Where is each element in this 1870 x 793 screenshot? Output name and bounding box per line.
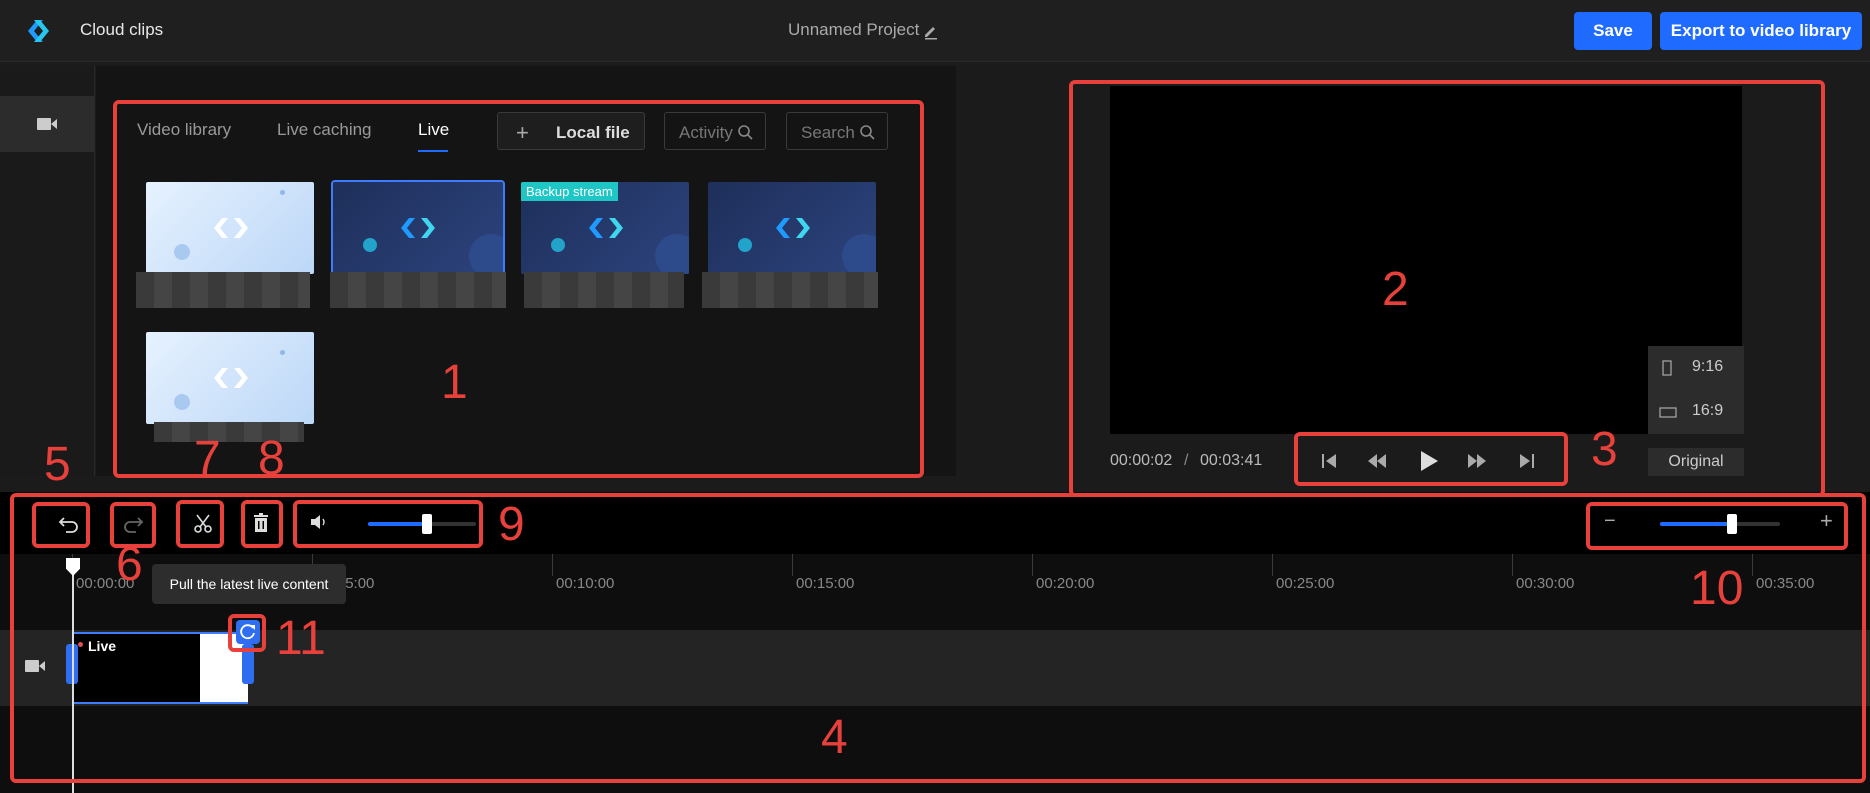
media-panel: Video library Live caching Live + Local … <box>96 66 956 476</box>
save-button[interactable]: Save <box>1574 12 1652 50</box>
ruler-tick-label: 00:25:00 <box>1276 575 1335 592</box>
thumbnail-caption <box>702 272 878 308</box>
live-thumbnail[interactable] <box>708 182 876 274</box>
ruler-tick-label: 00:30:00 <box>1516 575 1575 592</box>
redo-icon[interactable] <box>122 512 144 534</box>
clip-right-handle[interactable] <box>242 644 254 684</box>
local-file-label: Local file <box>556 123 630 142</box>
live-thumbnail[interactable] <box>146 332 314 424</box>
thumbnail-caption <box>330 272 506 308</box>
aspect-ratio-panel: 9:16 16:9 <box>1648 346 1744 434</box>
zoom-slider-knob[interactable] <box>1727 514 1737 534</box>
refresh-live-icon[interactable] <box>236 620 260 644</box>
time-separator: / <box>1184 452 1189 469</box>
ruler-tick <box>1272 554 1273 576</box>
live-thumbnail[interactable] <box>146 182 314 274</box>
zoom-out-icon[interactable]: − <box>1604 510 1616 533</box>
portrait-ratio-icon <box>1662 360 1672 376</box>
ruler-tick-label: 00:20:00 <box>1036 575 1095 592</box>
app-title: Cloud clips <box>80 20 164 39</box>
ruler-tick <box>1512 554 1513 576</box>
ruler-tick-label: 00:10:00 <box>556 575 615 592</box>
live-clip[interactable]: Live <box>72 632 248 704</box>
volume-slider[interactable] <box>368 514 476 534</box>
brand-mark-icon <box>776 218 810 238</box>
skip-to-start-icon[interactable] <box>1318 450 1340 472</box>
tab-video-library[interactable]: Video library <box>137 120 231 140</box>
search-icon <box>738 125 753 140</box>
plus-icon: + <box>516 120 529 145</box>
thumbnail-caption <box>154 422 304 442</box>
clip-frame <box>200 634 248 702</box>
clip-label: Live <box>88 638 117 654</box>
refresh-tooltip: Pull the latest live content <box>152 564 346 604</box>
timeline-panel: − + 00:00:0000:05:0000:10:0000:15:0000:2… <box>0 492 1870 793</box>
ruler-tick-label: 00:15:00 <box>796 575 855 592</box>
video-camera-icon <box>25 660 45 672</box>
project-name[interactable]: Unnamed Project <box>788 20 919 40</box>
video-track: Live <box>0 630 1870 706</box>
active-tab-indicator <box>418 150 448 152</box>
brand-mark-icon <box>214 368 248 388</box>
delete-icon[interactable] <box>250 512 272 534</box>
left-rail <box>0 66 95 476</box>
tab-live[interactable]: Live <box>418 120 449 140</box>
playhead[interactable] <box>72 560 74 793</box>
live-thumbnail[interactable] <box>331 180 505 276</box>
keyword-search-input[interactable]: Search <box>786 112 888 150</box>
tab-live-caching[interactable]: Live caching <box>277 120 372 140</box>
local-file-button[interactable]: + Local file <box>497 112 645 150</box>
activity-search-input[interactable]: Activity <box>664 112 766 150</box>
live-thumbnail[interactable]: Backup stream <box>521 182 689 274</box>
brand-mark-icon <box>214 218 248 238</box>
thumbnail-caption <box>136 272 310 308</box>
skip-to-end-icon[interactable] <box>1516 450 1538 472</box>
ratio-option-portrait[interactable]: 9:16 <box>1648 346 1744 390</box>
brand-mark-icon <box>589 218 623 238</box>
edit-icon[interactable] <box>922 22 940 40</box>
zoom-slider-fill <box>1660 522 1732 526</box>
ruler-tick <box>792 554 793 576</box>
scissors-icon[interactable] <box>192 512 214 534</box>
live-indicator-dot <box>78 642 83 647</box>
rail-video-tab[interactable] <box>0 96 94 152</box>
activity-search-placeholder: Activity <box>679 123 733 142</box>
export-button[interactable]: Export to video library <box>1660 12 1862 50</box>
timeline-toolbar: − + <box>0 492 1870 554</box>
undo-icon[interactable] <box>58 512 80 534</box>
total-time: 00:03:41 <box>1200 452 1263 469</box>
ratio-portrait-label: 9:16 <box>1692 358 1724 375</box>
ruler-tick-label: 00:00:00 <box>76 575 135 592</box>
ratio-option-landscape[interactable]: 16:9 <box>1648 390 1744 434</box>
play-icon[interactable] <box>1416 449 1440 473</box>
keyword-search-placeholder: Search <box>801 123 855 142</box>
zoom-slider[interactable] <box>1660 514 1780 534</box>
backup-stream-badge: Backup stream <box>521 182 618 201</box>
search-icon <box>860 125 875 140</box>
ruler-tick-label: 00:35:00 <box>1756 575 1815 592</box>
thumbnail-caption <box>524 272 684 308</box>
ruler-tick <box>552 554 553 576</box>
preview-panel: 9:16 16:9 Original 00:00:02 / 00:03:41 <box>1070 80 1826 480</box>
volume-slider-fill <box>368 522 428 526</box>
fast-forward-icon[interactable] <box>1466 450 1488 472</box>
landscape-ratio-icon <box>1659 407 1677 418</box>
ratio-landscape-label: 16:9 <box>1692 402 1724 419</box>
app-header: Cloud clips Unnamed Project Save Export … <box>0 0 1870 62</box>
brand-mark-icon <box>401 218 435 238</box>
video-camera-icon <box>37 118 57 130</box>
current-time: 00:00:02 <box>1110 452 1173 469</box>
original-ratio-button[interactable]: Original <box>1648 448 1744 476</box>
zoom-in-icon[interactable]: + <box>1820 508 1833 534</box>
rewind-icon[interactable] <box>1366 450 1388 472</box>
app-logo <box>28 20 49 42</box>
ruler-tick <box>1032 554 1033 576</box>
volume-icon[interactable] <box>309 512 329 532</box>
volume-slider-knob[interactable] <box>422 514 433 534</box>
ruler-tick <box>1752 554 1753 576</box>
